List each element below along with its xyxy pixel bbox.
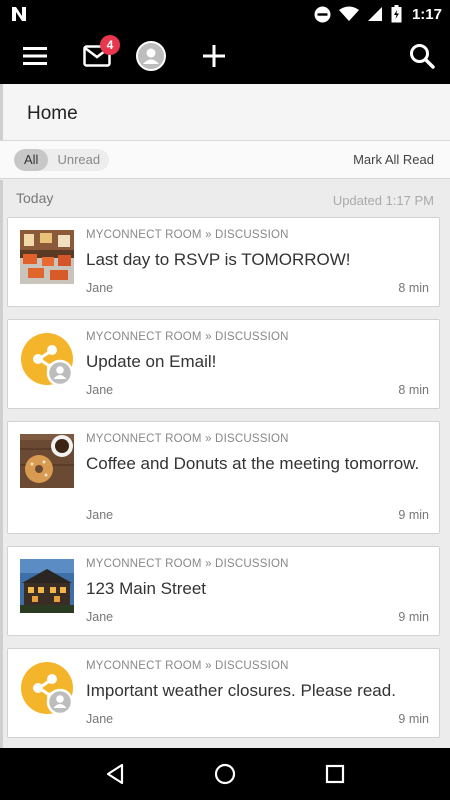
restaurant-photo: [20, 230, 74, 284]
list-item[interactable]: MYCONNECT ROOM » DISCUSSION Last day to …: [7, 217, 440, 307]
menu-button[interactable]: [14, 28, 56, 84]
coffee-donut-photo: [20, 434, 74, 488]
page-title: Home: [27, 103, 78, 124]
filter-bar: All Unread Mark All Read: [0, 141, 450, 179]
list-item[interactable]: MYCONNECT ROOM » DISCUSSION 123 Main Str…: [7, 546, 440, 636]
add-button[interactable]: [197, 28, 231, 84]
app-bar: 4: [0, 28, 450, 84]
home-button[interactable]: [205, 754, 245, 794]
system-nav-bar: [0, 748, 450, 800]
wifi-icon: [338, 6, 359, 21]
plus-icon: [203, 45, 225, 67]
item-title: Last day to RSVP is TOMORROW!: [86, 250, 351, 269]
notification-n-icon: [12, 7, 26, 21]
search-button[interactable]: [402, 28, 442, 84]
read-filter-toggle: All Unread: [14, 149, 110, 171]
home-circle-icon: [214, 763, 236, 785]
item-author: Jane: [86, 712, 114, 726]
signal-icon: [367, 7, 382, 21]
list-item[interactable]: MYCONNECT ROOM » DISCUSSION Important we…: [7, 648, 440, 738]
item-age: 9 min: [398, 508, 429, 522]
item-breadcrumb: MYCONNECT ROOM » DISCUSSION: [86, 331, 289, 343]
item-author: Jane: [86, 508, 114, 522]
updated-timestamp: Updated 1:17 PM: [332, 193, 434, 208]
item-breadcrumb: MYCONNECT ROOM » DISCUSSION: [86, 433, 289, 445]
mark-all-read-button[interactable]: Mark All Read: [353, 152, 434, 167]
page-header: Home: [0, 84, 450, 141]
item-title: Coffee and Donuts at the meeting tomorro…: [86, 454, 420, 473]
share-icon: [21, 662, 74, 715]
unread-badge: 4: [100, 35, 120, 55]
do-not-disturb-icon: [314, 6, 331, 22]
profile-button[interactable]: [134, 28, 168, 84]
item-author: Jane: [86, 610, 114, 624]
item-age: 9 min: [398, 610, 429, 624]
search-icon: [410, 44, 435, 69]
hamburger-menu-icon: [23, 47, 47, 65]
filter-all-tab[interactable]: All: [14, 149, 49, 171]
status-time: 1:17: [411, 5, 442, 23]
messages-button[interactable]: 4: [72, 28, 122, 84]
item-age: 8 min: [398, 281, 429, 295]
list-item[interactable]: MYCONNECT ROOM » DISCUSSION Coffee and D…: [7, 421, 440, 534]
item-title: Important weather closures. Please read.: [86, 681, 396, 700]
item-breadcrumb: MYCONNECT ROOM » DISCUSSION: [86, 558, 289, 570]
share-icon: [21, 333, 74, 386]
back-button[interactable]: [95, 754, 135, 794]
filter-unread-tab[interactable]: Unread: [48, 149, 109, 171]
status-bar: 1:17: [0, 0, 450, 28]
item-breadcrumb: MYCONNECT ROOM » DISCUSSION: [86, 660, 289, 672]
avatar-icon: [136, 41, 166, 71]
recents-square-icon: [325, 764, 345, 784]
recents-button[interactable]: [315, 754, 355, 794]
item-breadcrumb: MYCONNECT ROOM » DISCUSSION: [86, 229, 289, 241]
list-item[interactable]: MYCONNECT ROOM » DISCUSSION Update on Em…: [7, 319, 440, 409]
section-heading: Today: [16, 190, 54, 206]
item-age: 8 min: [398, 383, 429, 397]
house-photo: [20, 559, 74, 613]
item-author: Jane: [86, 383, 114, 397]
item-title: Update on Email!: [86, 352, 217, 371]
back-triangle-icon: [106, 763, 124, 785]
feed-list[interactable]: Today Updated 1:17 PM MYCONNECT ROOM » D…: [0, 180, 450, 748]
item-title: 123 Main Street: [86, 579, 207, 598]
item-author: Jane: [86, 281, 114, 295]
battery-icon: [391, 5, 402, 23]
item-age: 9 min: [398, 712, 429, 726]
